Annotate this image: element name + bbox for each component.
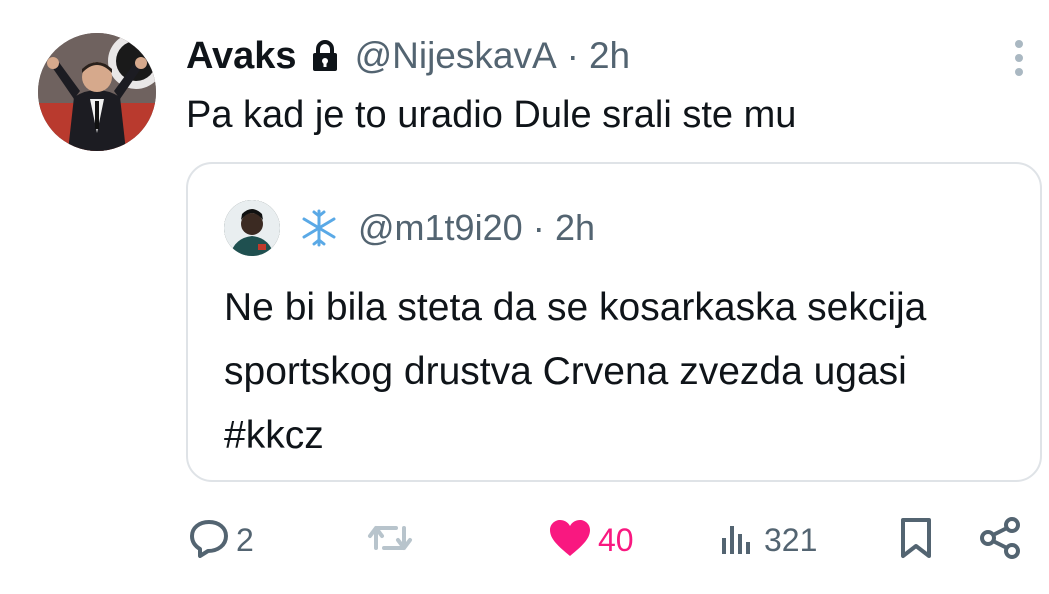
quoted-tweet-header: @m1t9i20 · 2h	[224, 200, 595, 256]
bookmark-icon	[898, 516, 934, 565]
quoted-tweet-time[interactable]: 2h	[555, 207, 595, 249]
snowflake-icon	[298, 207, 340, 249]
quoted-tweet[interactable]: @m1t9i20 · 2h Ne bi bila steta da se kos…	[186, 162, 1042, 482]
more-vertical-icon[interactable]	[1008, 38, 1030, 78]
separator-dot: ·	[532, 207, 545, 248]
reply-icon	[188, 518, 230, 563]
share-button[interactable]	[978, 510, 1022, 570]
lock-icon	[311, 39, 339, 73]
author-avatar[interactable]	[38, 33, 156, 151]
like-button[interactable]: 40	[548, 510, 634, 570]
tweet-text: Pa kad je to uradio Dule srali ste mu	[186, 94, 797, 136]
views-button[interactable]: 321	[720, 510, 817, 570]
reply-button[interactable]: 2	[188, 510, 254, 570]
retweet-icon	[366, 518, 414, 563]
bookmark-button[interactable]	[898, 510, 934, 570]
views-count: 321	[764, 521, 818, 558]
tweet-header: Avaks @NijeskavA · 2h	[186, 34, 630, 78]
author-name[interactable]: Avaks	[186, 35, 297, 78]
tweet-time[interactable]: 2h	[589, 35, 630, 77]
retweet-button[interactable]	[366, 510, 420, 570]
reply-count: 2	[236, 521, 254, 558]
separator-dot: ·	[566, 35, 579, 76]
like-count: 40	[598, 521, 634, 558]
heart-icon	[548, 518, 592, 563]
quoted-author-handle[interactable]: @m1t9i20	[358, 207, 523, 249]
action-bar: 2 40 321	[0, 510, 1049, 570]
share-icon	[978, 516, 1022, 565]
author-handle[interactable]: @NijeskavA	[355, 35, 557, 77]
views-icon	[720, 518, 758, 563]
quoted-author-avatar	[224, 200, 280, 256]
quoted-tweet-text: Ne bi bila steta da se kosarkaska sekcij…	[224, 286, 927, 457]
